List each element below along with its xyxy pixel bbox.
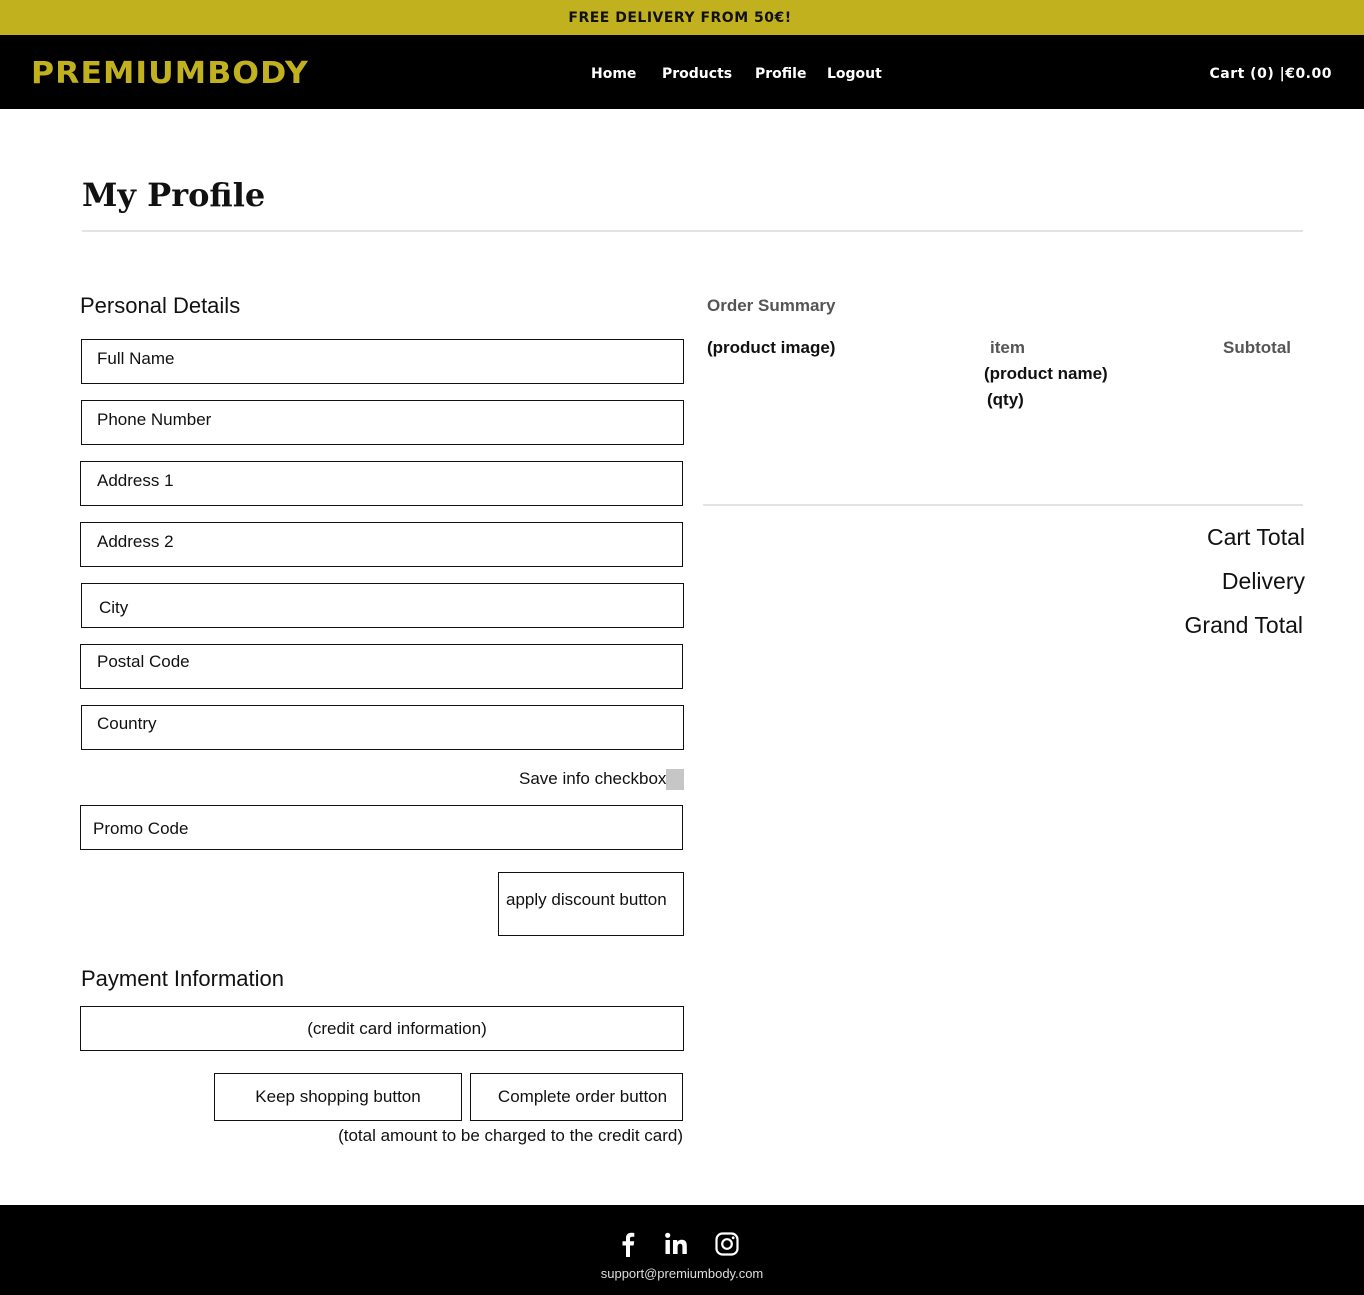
banner-text: FREE DELIVERY FROM 50€! [568,9,792,26]
complete-order-button[interactable]: Complete order button [470,1073,683,1121]
payment-information-heading: Payment Information [81,966,284,991]
instagram-icon[interactable] [713,1230,741,1258]
footer: support@premiumbody.com [0,1205,1364,1295]
address2-field[interactable]: Address 2 [80,522,683,567]
keep-shopping-button[interactable]: Keep shopping button [214,1073,462,1121]
address2-placeholder: Address 2 [97,532,174,551]
save-info-checkbox[interactable] [666,769,684,790]
charge-note: (total amount to be charged to the credi… [338,1126,683,1145]
support-email[interactable]: support@premiumbody.com [0,1266,1364,1282]
navbar: PREMIUMBODY Home Products Profile Logout… [0,35,1364,109]
personal-details-heading: Personal Details [80,293,241,318]
site-logo[interactable]: PREMIUMBODY [31,57,309,91]
item-column-header: item [990,338,1025,357]
nav-profile-link[interactable]: Profile [755,65,806,83]
city-field[interactable]: City [81,583,684,628]
order-summary-divider [703,504,1303,506]
full-name-placeholder: Full Name [97,349,175,368]
linkedin-icon[interactable] [662,1230,690,1258]
page-title: My Profile [82,176,266,214]
product-name: (product name) [984,364,1108,383]
country-placeholder: Country [97,714,157,733]
facebook-icon[interactable] [614,1230,642,1258]
save-info-label: Save info checkbox [519,769,667,788]
cart-link[interactable]: Cart (0) |€0.00 [1209,65,1332,83]
full-name-field[interactable]: Full Name [81,339,684,384]
city-placeholder: City [99,598,129,617]
postal-code-field[interactable]: Postal Code [80,644,683,689]
nav-logout-link[interactable]: Logout [827,65,882,83]
phone-number-field[interactable]: Phone Number [81,400,684,445]
grand-total-label: Grand Total [1184,612,1303,638]
title-divider [82,230,1303,232]
promo-code-field[interactable]: Promo Code [80,805,683,850]
subtotal-column-header: Subtotal [1223,338,1291,357]
country-field[interactable]: Country [81,705,684,750]
phone-number-placeholder: Phone Number [97,410,212,429]
nav-products-link[interactable]: Products [662,65,732,83]
cart-total-label: Cart Total [1206,524,1305,550]
delivery-banner: FREE DELIVERY FROM 50€! [0,0,1364,35]
order-summary-heading: Order Summary [707,296,836,315]
promo-code-placeholder: Promo Code [93,819,189,838]
product-qty: (qty) [987,390,1024,409]
apply-discount-button[interactable]: apply discount button [498,872,684,936]
credit-card-field[interactable]: (credit card information) [80,1006,684,1051]
delivery-label: Delivery [1221,568,1305,594]
address1-field[interactable]: Address 1 [80,461,683,506]
product-image-column: (product image) [707,338,836,357]
nav-home-link[interactable]: Home [591,65,636,83]
address1-placeholder: Address 1 [97,471,174,490]
postal-code-placeholder: Postal Code [97,652,190,671]
